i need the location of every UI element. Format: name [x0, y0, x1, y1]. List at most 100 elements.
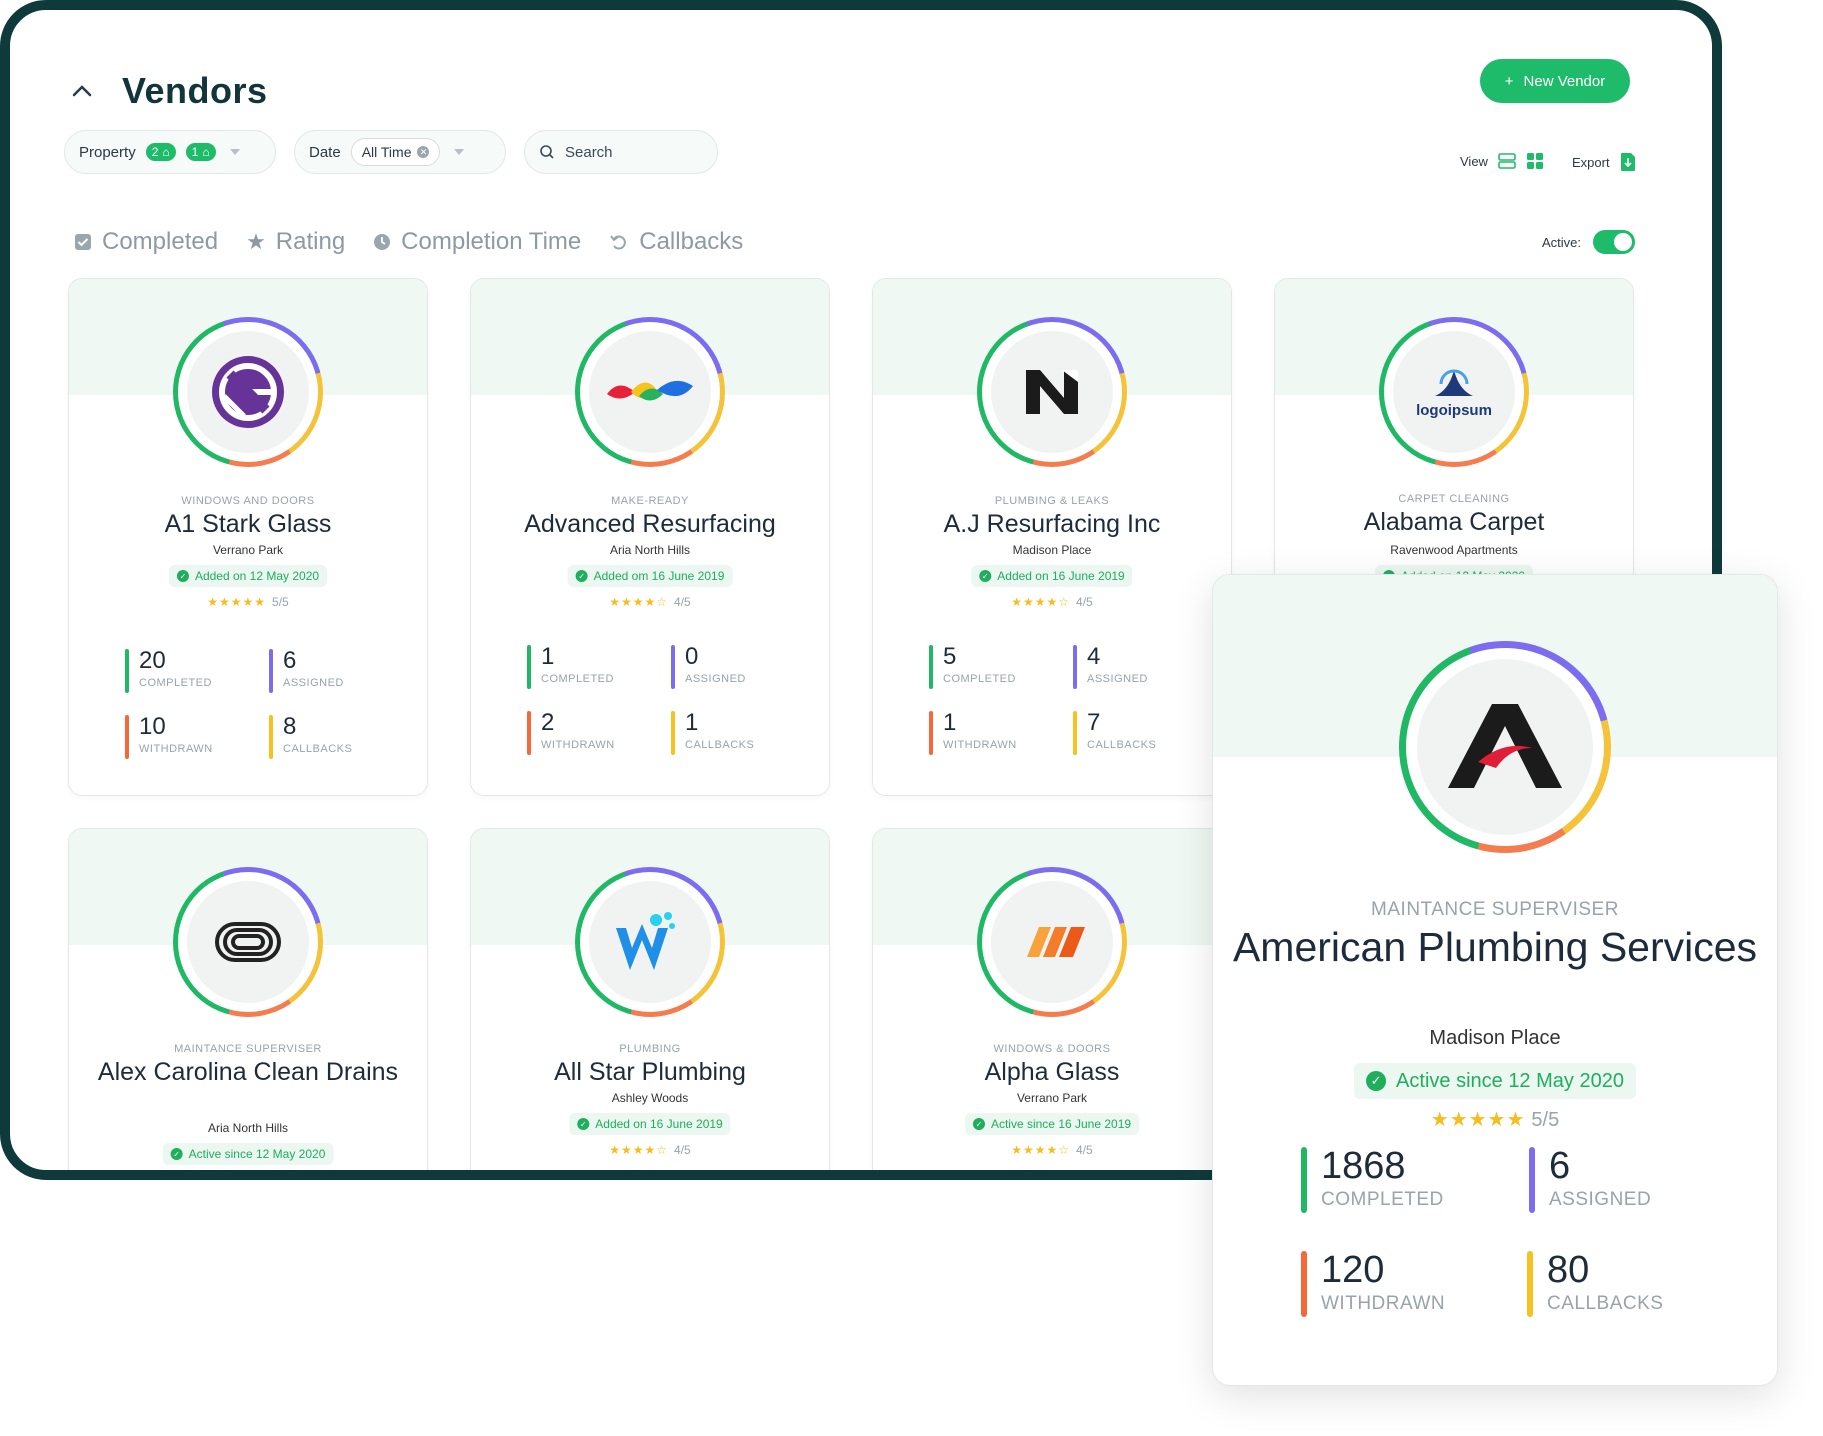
active-label: Active: [1542, 234, 1582, 250]
date-value-pill[interactable]: All Time ✕ [350, 138, 441, 166]
vendor-location: Verrano Park [212, 543, 284, 557]
stat-callbacks-value: 7 [1087, 709, 1101, 736]
vendor-name: American Plumbing Services [1232, 924, 1758, 970]
vendor-location: Madison Place [1429, 1027, 1561, 1049]
stat-completed-value: 1868 [1321, 1145, 1406, 1187]
vendor-rating: ★★★★☆ 4/5 [471, 595, 829, 609]
logoipsum-logo-icon: logoipsum [1393, 331, 1515, 453]
added-date: Active since 16 June 2019 [990, 1117, 1132, 1131]
colorful-leaves-logo-icon [589, 331, 711, 453]
vendor-rating: ★★★★★ 5/5 [69, 595, 427, 609]
added-date: Added om 16 June 2019 [593, 569, 725, 583]
sort-rating-label: Rating [275, 228, 346, 255]
export-control[interactable]: Export [1572, 152, 1636, 172]
rating-stars: ★★★★☆ [1011, 595, 1071, 609]
vendor-avatar-ring [575, 317, 725, 467]
active-toggle[interactable] [1593, 230, 1636, 254]
stat-assigned: 6 ASSIGNED [269, 649, 344, 693]
a-letter-logo-icon [1417, 659, 1593, 835]
stat-completed: 1 COMPLETED [527, 645, 614, 689]
vendor-card[interactable]: MAINTANCE SUPERVISER Alex Carolina Clean… [68, 828, 428, 1170]
stat-withdrawn-label: WITHDRAWN [541, 739, 615, 751]
stat-withdrawn-value: 120 [1321, 1249, 1385, 1291]
added-date: Added on 16 June 2019 [595, 1117, 723, 1131]
date-filter-label: Date [309, 143, 341, 161]
view-control[interactable]: View [1460, 152, 1544, 170]
vendor-name: A.J Resurfacing Inc [943, 510, 1161, 538]
stat-assigned: 0 ASSIGNED [671, 645, 746, 689]
vendor-location: Ashley Woods [611, 1091, 689, 1105]
vendor-card[interactable]: PLUMBING All Star Plumbing Ashley Woods … [470, 828, 830, 1170]
n-letter-logo-icon [991, 331, 1113, 453]
home-icon: ⌂ [162, 145, 170, 159]
vendor-name: Alex Carolina Clean Drains [97, 1058, 399, 1086]
check-circle-icon: ✓ [1366, 1071, 1387, 1091]
rating-stars: ★★★★☆ [609, 595, 669, 609]
sort-completed[interactable]: Completed [74, 228, 218, 256]
vendor-category: WINDOWS AND DOORS [181, 495, 315, 507]
featured-vendor-card[interactable]: MAINTANCE SUPERVISER American Plumbing S… [1212, 574, 1778, 1386]
sort-options: Completed ★ Rating Completion Time Callb… [74, 228, 743, 256]
stat-withdrawn: 1 WITHDRAWN [929, 711, 1017, 755]
sort-callbacks[interactable]: Callbacks [609, 228, 743, 256]
added-date: Added on 12 May 2020 [194, 569, 320, 583]
rating-stars: ★★★★★ [207, 595, 267, 609]
vendor-avatar-ring [977, 317, 1127, 467]
date-filter[interactable]: Date All Time ✕ [294, 130, 506, 174]
check-circle-icon: ✓ [979, 570, 992, 582]
vendor-name: All Star Plumbing [554, 1058, 746, 1086]
vendor-card[interactable]: MAKE-READY Advanced Resurfacing Aria Nor… [470, 278, 830, 796]
grid-view-icon[interactable] [1526, 152, 1544, 170]
vendor-card[interactable]: PLUMBING & LEAKS A.J Resurfacing Inc Mad… [872, 278, 1232, 796]
orange-stripes-logo-icon [991, 881, 1113, 1003]
list-view-icon[interactable] [1498, 152, 1516, 170]
vendor-name: Alpha Glass [984, 1058, 1120, 1086]
stat-assigned-label: ASSIGNED [283, 677, 344, 689]
stat-withdrawn: 10 WITHDRAWN [125, 715, 213, 759]
stat-completed-label: COMPLETED [139, 677, 212, 689]
added-badge: ✓ Added on 16 June 2019 [569, 1113, 731, 1135]
stat-assigned-value: 0 [685, 643, 699, 670]
stat-callbacks-value: 1 [685, 709, 699, 736]
chevron-up-icon[interactable] [68, 77, 96, 105]
search-input[interactable]: Search [524, 130, 718, 174]
stat-assigned: 6 ASSIGNED [1529, 1147, 1651, 1213]
export-file-icon[interactable] [1620, 152, 1636, 172]
chevron-down-icon[interactable] [229, 149, 240, 155]
logoipsum-text: logoipsum [1416, 401, 1492, 419]
stat-completed-value: 5 [943, 643, 957, 670]
vendor-location: Aria North Hills [207, 1121, 288, 1135]
vendor-location: Verrano Park [1016, 1091, 1088, 1105]
clear-icon[interactable]: ✕ [417, 146, 430, 158]
stat-callbacks-label: CALLBACKS [283, 743, 353, 755]
rating-value: 4/5 [674, 1143, 691, 1157]
stat-completed-label: COMPLETED [541, 673, 614, 685]
stat-assigned: 4 ASSIGNED [1073, 645, 1148, 689]
sort-rating[interactable]: ★ Rating [246, 228, 345, 256]
vendor-rating: ★★★★☆ 4/5 [471, 1143, 829, 1157]
vendor-card[interactable]: WINDOWS & DOORS Alpha Glass Verrano Park… [872, 828, 1232, 1170]
export-label: Export [1572, 154, 1610, 170]
stat-completed-label: COMPLETED [1321, 1189, 1444, 1210]
stat-completed-value: 20 [139, 647, 166, 674]
new-vendor-button[interactable]: + New Vendor [1480, 59, 1630, 103]
sort-completion-time[interactable]: Completion Time [373, 228, 581, 256]
active-since-badge: ✓ Active since 12 May 2020 [1354, 1063, 1636, 1099]
property-badge-1: 2 ⌂ [145, 143, 176, 161]
undo-icon [610, 235, 627, 250]
added-date: Added on 16 June 2019 [997, 569, 1125, 583]
stat-assigned-value: 4 [1087, 643, 1101, 670]
property-filter-label: Property [79, 143, 136, 161]
w-splash-logo-icon [589, 881, 711, 1003]
check-circle-icon: ✓ [176, 570, 189, 582]
vendor-category: WINDOWS & DOORS [993, 1043, 1111, 1055]
stat-withdrawn-label: WITHDRAWN [139, 743, 213, 755]
stat-callbacks-value: 8 [283, 713, 297, 740]
chevron-down-icon[interactable] [454, 149, 465, 155]
vendor-card[interactable]: WINDOWS AND DOORS A1 Stark Glass Verrano… [68, 278, 428, 796]
added-badge: ✓ Active since 12 May 2020 [162, 1143, 334, 1165]
property-badge-2-count: 1 [191, 145, 199, 159]
rating-value: 4/5 [1076, 1143, 1093, 1157]
stat-withdrawn-value: 10 [139, 713, 166, 740]
property-filter[interactable]: Property 2 ⌂ 1 ⌂ [64, 130, 276, 174]
